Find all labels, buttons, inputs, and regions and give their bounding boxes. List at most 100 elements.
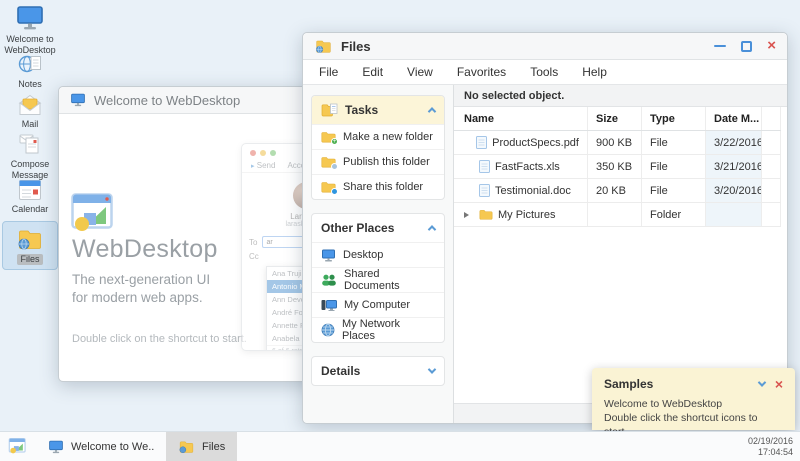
welcome-hint: Double click on the shortcut to start. xyxy=(72,333,247,345)
shortcut-label: Mail xyxy=(22,119,39,130)
green-dot-icon xyxy=(270,150,276,156)
column-header-type[interactable]: Type xyxy=(642,107,706,130)
file-date: 3/20/2016 ... xyxy=(706,179,762,202)
folder-globe-icon xyxy=(178,440,195,454)
file-type: File xyxy=(642,179,706,202)
samples-notification: Samples × Welcome to WebDesktop Double c… xyxy=(592,368,795,430)
file-type: Folder xyxy=(642,203,706,226)
send-button: ▸ Send xyxy=(251,161,275,170)
shortcut-welcome[interactable]: Welcome to WebDesktop xyxy=(2,5,58,56)
menu-item-help[interactable]: Help xyxy=(570,60,619,85)
files-sidebar: Tasks + Make a new folder Publish this xyxy=(303,85,453,423)
task-make-new-folder[interactable]: + Make a new folder xyxy=(312,124,444,149)
details-panel: Details xyxy=(311,356,445,386)
file-size xyxy=(588,203,642,226)
folder-globe-icon xyxy=(314,39,333,54)
details-header[interactable]: Details xyxy=(312,357,444,385)
maximize-button[interactable] xyxy=(741,41,752,52)
shortcut-notes[interactable]: Notes xyxy=(2,52,58,90)
document-icon xyxy=(479,184,490,197)
other-places-header[interactable]: Other Places xyxy=(312,214,444,242)
column-header-date[interactable]: Date M...↓ xyxy=(706,107,762,130)
shortcut-label: Calendar xyxy=(12,204,49,215)
folder-share-icon xyxy=(321,181,336,193)
file-name: ProductSpecs.pdf xyxy=(492,137,579,149)
file-table: Name Size Type Date M...↓ ProductSpecs.p… xyxy=(454,107,787,403)
taskbar-button-files[interactable]: Files xyxy=(166,432,237,461)
table-header-row: Name Size Type Date M...↓ xyxy=(454,107,781,131)
minimize-button[interactable] xyxy=(714,45,726,47)
red-dot-icon xyxy=(250,150,256,156)
column-header-name[interactable]: Name xyxy=(454,107,588,130)
other-places-title: Other Places xyxy=(321,221,394,235)
status-bar: No selected object. xyxy=(454,85,787,107)
table-row[interactable]: Testimonial.doc 20 KB File 3/20/2016 ... xyxy=(454,179,781,203)
table-row[interactable]: My Pictures Folder xyxy=(454,203,781,227)
taskbar: Welcome to We... Files 02/19/2016 17:04:… xyxy=(0,431,800,461)
file-name: My Pictures xyxy=(498,209,555,221)
shortcut-label: Notes xyxy=(18,79,42,90)
task-publish-folder[interactable]: Publish this folder xyxy=(312,149,444,174)
task-share-folder[interactable]: Share this folder xyxy=(312,174,444,199)
column-header-size[interactable]: Size xyxy=(588,107,642,130)
shortcut-label: Compose Message xyxy=(2,159,58,181)
menu-item-favorites[interactable]: Favorites xyxy=(445,60,518,85)
document-icon xyxy=(479,160,490,173)
monitor-icon xyxy=(48,440,64,454)
file-date: 3/22/2016 ... xyxy=(706,131,762,154)
close-icon[interactable]: × xyxy=(775,379,783,389)
details-title: Details xyxy=(321,364,360,378)
tasks-panel: Tasks + Make a new folder Publish this xyxy=(311,95,445,200)
tasks-panel-title: Tasks xyxy=(345,103,378,117)
shortcut-label: Files xyxy=(17,254,42,265)
compose-icon xyxy=(18,132,42,156)
document-icon xyxy=(476,136,487,149)
chevron-up-icon[interactable] xyxy=(428,225,436,233)
start-logo-icon[interactable] xyxy=(0,438,36,455)
other-places-panel: Other Places Desktop Shared Documents xyxy=(311,213,445,343)
shortcut-calendar[interactable]: Calendar xyxy=(2,179,58,215)
folder-publish-icon xyxy=(321,156,336,168)
yellow-dot-icon xyxy=(260,150,266,156)
place-my-computer[interactable]: My Computer xyxy=(312,292,444,317)
expand-arrow-icon[interactable] xyxy=(464,209,474,221)
welcome-window-title: Welcome to WebDesktop xyxy=(94,93,240,108)
globe-badge-icon xyxy=(331,163,338,170)
taskbar-button-welcome[interactable]: Welcome to We... xyxy=(36,432,166,461)
chevron-up-icon[interactable] xyxy=(428,107,436,115)
folder-icon xyxy=(479,209,493,220)
plus-badge-icon: + xyxy=(331,138,338,145)
table-row[interactable]: ProductSpecs.pdf 900 KB File 3/22/2016 .… xyxy=(454,131,781,155)
shortcut-mail[interactable]: Mail xyxy=(2,94,58,130)
taskbar-clock[interactable]: 02/19/2016 17:04:54 xyxy=(748,436,800,458)
menu-item-tools[interactable]: Tools xyxy=(518,60,570,85)
send-icon: ▸ xyxy=(251,163,255,170)
file-type: File xyxy=(642,155,706,178)
mail-icon xyxy=(17,94,43,116)
file-size: 20 KB xyxy=(588,179,642,202)
clock-date: 02/19/2016 xyxy=(748,436,793,447)
webdesktop-logo xyxy=(71,193,117,235)
shortcut-compose[interactable]: Compose Message xyxy=(2,132,58,181)
place-desktop[interactable]: Desktop xyxy=(312,242,444,267)
chevron-down-icon[interactable] xyxy=(758,378,766,386)
notes-icon xyxy=(18,52,42,76)
notification-title: Samples xyxy=(604,377,653,391)
files-menubar: File Edit View Favorites Tools Help xyxy=(303,60,787,85)
menu-item-view[interactable]: View xyxy=(395,60,445,85)
file-date: 3/21/2016 ... xyxy=(706,155,762,178)
close-button[interactable]: × xyxy=(767,40,776,52)
menu-item-file[interactable]: File xyxy=(307,60,350,85)
menu-item-edit[interactable]: Edit xyxy=(350,60,395,85)
tasks-panel-header[interactable]: Tasks xyxy=(312,96,444,124)
chevron-down-icon[interactable] xyxy=(428,365,436,373)
monitor-icon xyxy=(15,5,45,31)
files-window-titlebar[interactable]: Files × xyxy=(303,33,787,60)
folder-document-icon xyxy=(321,103,338,117)
place-shared-documents[interactable]: Shared Documents xyxy=(312,267,444,292)
table-row[interactable]: FastFacts.xls 350 KB File 3/21/2016 ... xyxy=(454,155,781,179)
file-size: 900 KB xyxy=(588,131,642,154)
place-my-network-places[interactable]: My Network Places xyxy=(312,317,444,342)
shortcut-files[interactable]: Files xyxy=(2,221,58,270)
welcome-tagline: The next-generation UI for modern web ap… xyxy=(72,271,210,307)
